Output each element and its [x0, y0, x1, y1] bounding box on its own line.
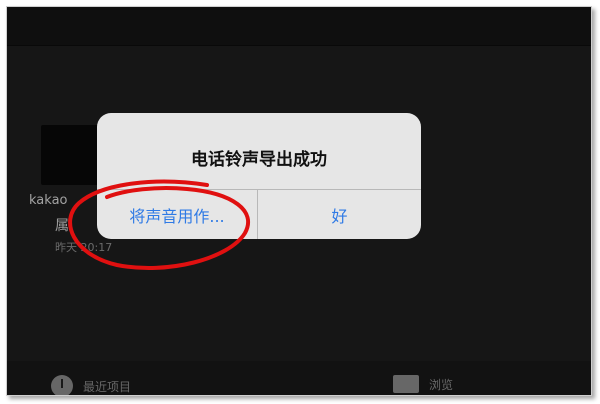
- ok-button[interactable]: 好: [258, 190, 421, 239]
- use-sound-as-button[interactable]: 将声音用作...: [97, 190, 257, 239]
- phone-screen: kakao 属 昨天 20:17 最近项目 浏览 电话铃声导出成功 将声音用作.…: [7, 7, 591, 395]
- alert-title: 电话铃声导出成功: [191, 150, 327, 170]
- alert-dialog: 电话铃声导出成功 将声音用作... 好: [97, 113, 421, 239]
- screenshot-frame: kakao 属 昨天 20:17 最近项目 浏览 电话铃声导出成功 将声音用作.…: [6, 6, 592, 396]
